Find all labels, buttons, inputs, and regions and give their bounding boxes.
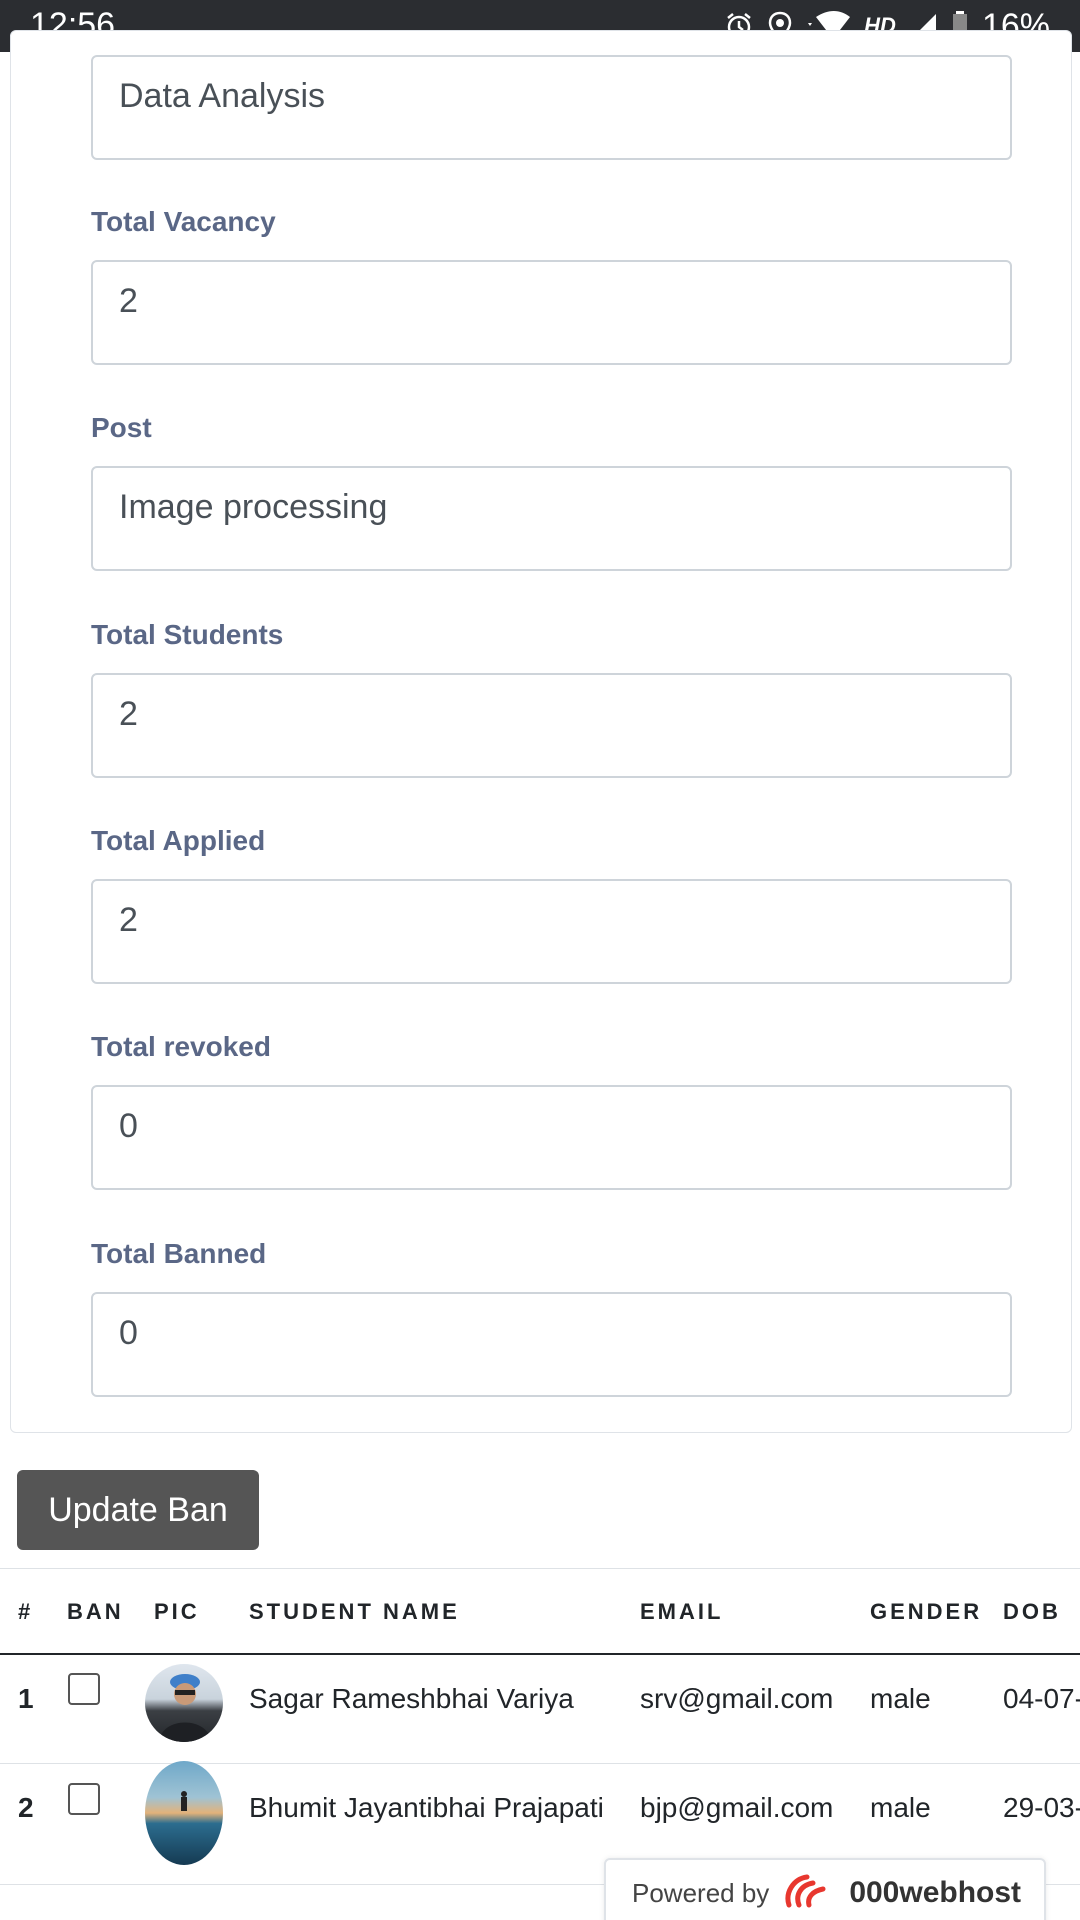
- header-dob: DOB: [1003, 1599, 1061, 1624]
- student-email: bjp@gmail.com: [640, 1792, 834, 1823]
- row-number: 1: [18, 1683, 34, 1714]
- total-banned-label: Total Banned: [91, 1238, 267, 1269]
- header-number: #: [18, 1599, 34, 1624]
- student-email: srv@gmail.com: [640, 1683, 834, 1714]
- webhost-logo-icon: [783, 1871, 835, 1916]
- webhost-brand: 000webhost: [849, 1876, 1022, 1909]
- post-input[interactable]: Image processing: [91, 466, 1012, 571]
- student-avatar: [145, 1664, 223, 1742]
- total-students-label: Total Students: [91, 619, 284, 650]
- student-gender: male: [870, 1792, 931, 1823]
- student-gender: male: [870, 1683, 931, 1714]
- powered-by-text: Powered by: [632, 1877, 770, 1908]
- student-avatar: [145, 1761, 223, 1865]
- total-revoked-label: Total revoked: [91, 1031, 271, 1062]
- student-dob: 29-03-: [1003, 1792, 1080, 1823]
- ban-checkbox[interactable]: [68, 1673, 100, 1705]
- header-ban: BAN: [67, 1599, 124, 1624]
- update-ban-button[interactable]: Update Ban: [17, 1470, 259, 1550]
- course-input[interactable]: Data Analysis: [91, 55, 1012, 160]
- table-header: # BAN PIC STUDENT NAME EMAIL GENDER DOB: [0, 1568, 1080, 1655]
- course-details-card: Data Analysis Total Vacancy 2 Post Image…: [10, 30, 1072, 1433]
- total-vacancy-input[interactable]: 2: [91, 260, 1012, 365]
- total-revoked-input[interactable]: 0: [91, 1085, 1012, 1190]
- student-name: Bhumit Jayantibhai Prajapati: [249, 1792, 604, 1823]
- student-name: Sagar Rameshbhai Variya: [249, 1683, 574, 1714]
- total-applied-label: Total Applied: [91, 825, 266, 856]
- total-students-input[interactable]: 2: [91, 673, 1012, 778]
- post-label: Post: [91, 412, 152, 443]
- total-banned-input[interactable]: 0: [91, 1292, 1012, 1397]
- ban-checkbox[interactable]: [68, 1783, 100, 1815]
- header-gender: GENDER: [870, 1599, 983, 1624]
- total-vacancy-label: Total Vacancy: [91, 206, 276, 237]
- header-email: EMAIL: [640, 1599, 724, 1624]
- header-student-name: STUDENT NAME: [249, 1599, 460, 1624]
- powered-by-badge[interactable]: Powered by 000webhost: [604, 1858, 1046, 1920]
- header-pic: PIC: [154, 1599, 200, 1624]
- total-applied-input[interactable]: 2: [91, 879, 1012, 984]
- row-number: 2: [18, 1792, 34, 1823]
- table-row: 1 Sagar Rameshbhai Variya srv@gmail.com …: [0, 1656, 1080, 1764]
- student-dob: 04-07-: [1003, 1683, 1080, 1714]
